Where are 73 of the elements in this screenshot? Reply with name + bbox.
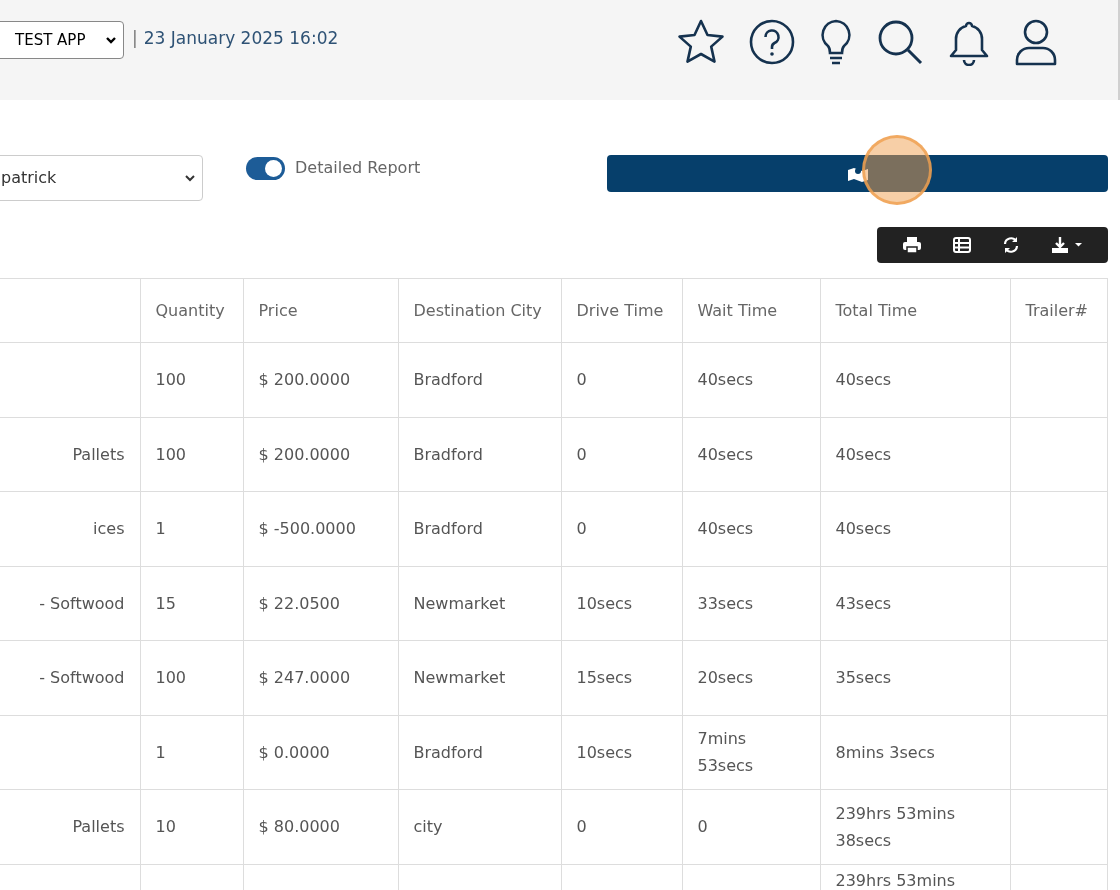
table-cell: 1 xyxy=(140,491,243,566)
table-cell: $ -500.0000 xyxy=(243,491,398,566)
table-cell: Newmarket xyxy=(398,566,561,641)
column-header[interactable]: Destination City xyxy=(398,278,561,343)
table-cell: Pallets xyxy=(0,417,140,492)
table-cell: $ 22.0500 xyxy=(243,566,398,641)
download-icon[interactable] xyxy=(1052,237,1083,253)
map-icon xyxy=(846,165,869,182)
column-header[interactable]: Wait Time xyxy=(682,278,820,343)
table-cell: 40secs xyxy=(820,491,1010,566)
user-icon[interactable] xyxy=(1014,18,1058,66)
table-cell: city xyxy=(398,789,561,864)
table-cell: 10secs xyxy=(561,715,682,790)
table-cell: Bradford xyxy=(398,715,561,790)
table-cell: 0 xyxy=(682,789,820,864)
column-header[interactable]: Drive Time xyxy=(561,278,682,343)
table-cell: ices xyxy=(0,491,140,566)
table-cell: 100 xyxy=(140,640,243,715)
table-cell: 0 xyxy=(561,417,682,492)
table-cell: 100 xyxy=(140,417,243,492)
table-cell: 10 xyxy=(140,789,243,864)
print-icon[interactable] xyxy=(902,237,921,253)
search-icon[interactable] xyxy=(876,18,924,66)
help-icon[interactable] xyxy=(748,18,796,66)
table-cell: 15 xyxy=(140,566,243,641)
table-cell: Bradford xyxy=(398,417,561,492)
chevron-down-icon xyxy=(105,35,117,45)
table-cell: Bradford xyxy=(398,342,561,417)
table-cell: 1 xyxy=(140,715,243,790)
map-button[interactable] xyxy=(607,155,1108,192)
table-cell: $ 200.0000 xyxy=(243,342,398,417)
table-cell: Bradford xyxy=(398,491,561,566)
table-cell: 10secs xyxy=(561,566,682,641)
column-header[interactable]: Quantity xyxy=(140,278,243,343)
table-cell: - Softwood xyxy=(0,566,140,641)
refresh-icon[interactable] xyxy=(1002,237,1021,253)
date-time: 23 January 2025 16:02 xyxy=(143,27,339,50)
toggle-label: Detailed Report xyxy=(295,157,421,179)
table-cell: 40secs xyxy=(820,417,1010,492)
table-cell: 40secs xyxy=(682,491,820,566)
table-cell: 0 xyxy=(561,342,682,417)
table-cell: 35secs xyxy=(820,640,1010,715)
user-select[interactable]: patrick xyxy=(0,155,203,201)
table-cell: 40secs xyxy=(820,342,1010,417)
table-cell: 40secs xyxy=(682,417,820,492)
table-cell: 7mins 53secs xyxy=(682,715,820,790)
table-cell: 100 xyxy=(140,342,243,417)
column-header[interactable]: Trailer# xyxy=(1010,278,1107,343)
table-cell: 40secs xyxy=(682,342,820,417)
column-header[interactable]: Total Time xyxy=(820,278,1010,343)
table-cell: 239hrs 53mins 38secs xyxy=(820,789,1010,864)
toggle-switch[interactable] xyxy=(246,157,285,180)
table-cell: 0 xyxy=(561,789,682,864)
table-cell: 20secs xyxy=(682,640,820,715)
table-cell: Pallets xyxy=(0,789,140,864)
table-cell: 43secs xyxy=(820,566,1010,641)
table-cell: $ 200.0000 xyxy=(243,417,398,492)
lightbulb-icon[interactable] xyxy=(818,18,854,66)
column-header[interactable]: Price xyxy=(243,278,398,343)
table-cell: $ 80.0000 xyxy=(243,789,398,864)
table-cell: $ 247.0000 xyxy=(243,640,398,715)
table-cell: 33secs xyxy=(682,566,820,641)
table-cell: 8mins 3secs xyxy=(820,715,1010,790)
table-cell: 0 xyxy=(561,491,682,566)
chevron-down-icon xyxy=(184,173,196,183)
table-cell: - Softwood xyxy=(0,640,140,715)
star-icon[interactable] xyxy=(676,18,726,66)
table-icon[interactable] xyxy=(952,237,971,253)
app-select[interactable]: TEST APP xyxy=(0,21,124,59)
table-cell: 15secs xyxy=(561,640,682,715)
table-cell: Newmarket xyxy=(398,640,561,715)
table-cell: $ 0.0000 xyxy=(243,715,398,790)
separator: | xyxy=(132,27,138,50)
